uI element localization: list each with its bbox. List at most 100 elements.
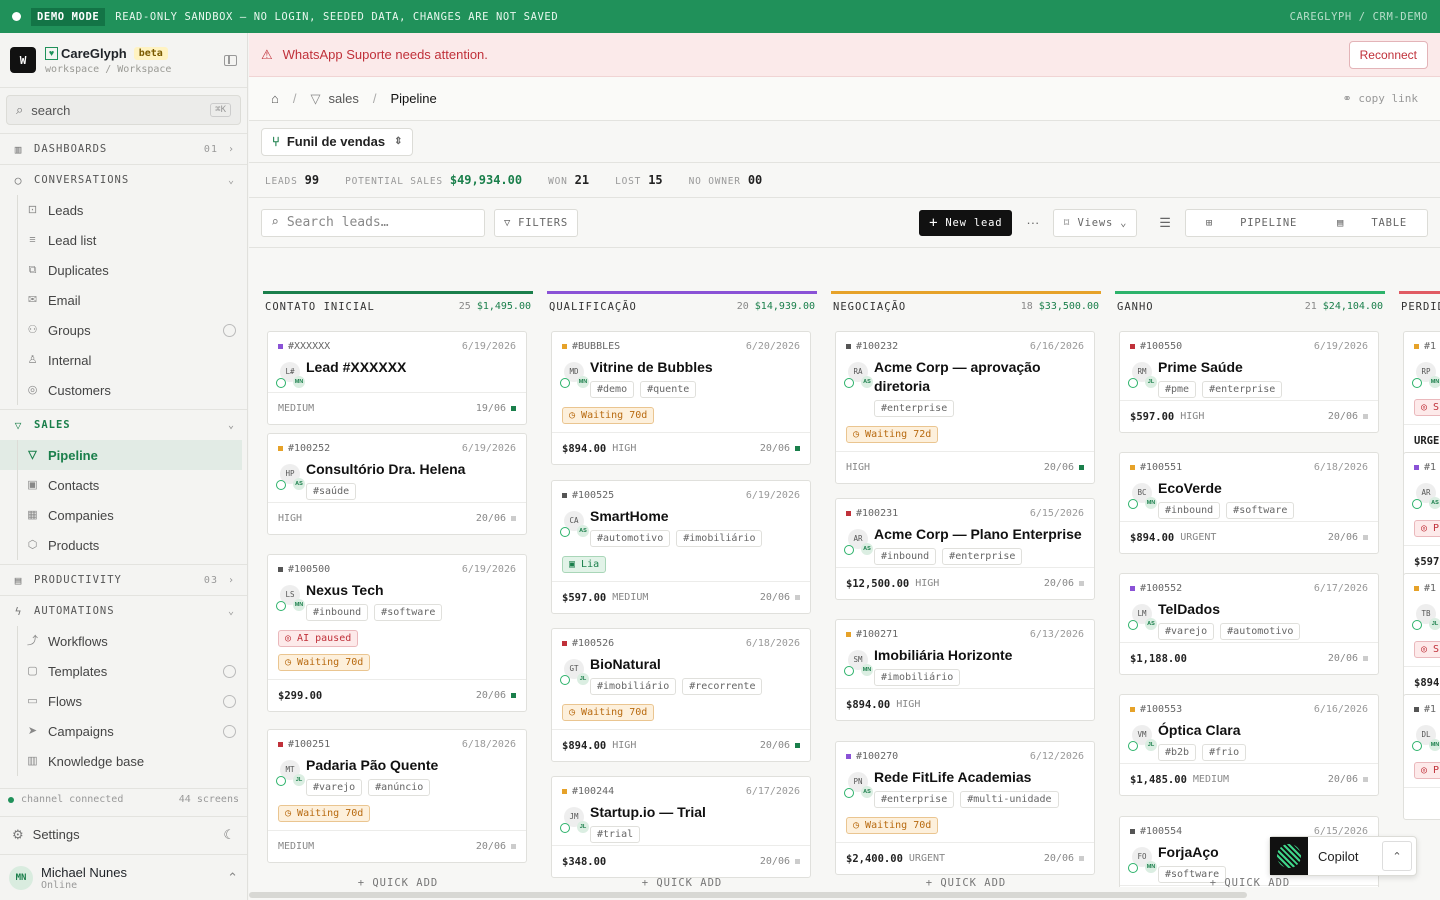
lead-card[interactable]: #100526 6/18/2026 GT JL BioNatural #imobiliár… [551,628,811,762]
tag[interactable]: #inbound [1158,502,1221,519]
new-lead-button[interactable]: + New lead [919,209,1013,236]
lead-card[interactable]: #100553 6/16/2026 VM JL Óptica Clara #b2b #fri… [1119,694,1379,796]
sidebar-item-flows[interactable]: ▭ Flows [0,686,242,716]
user-status: Online [41,879,78,891]
sidebar-item-templates[interactable]: ▢ Templates [0,656,242,686]
sidebar-section-dashboards[interactable]: ▥ DASHBOARDS 01 › [0,133,247,164]
lead-card[interactable]: #100270 6/12/2026 PN AS Rede FitLife Academi… [835,741,1095,875]
sidebar-item-knowledge-base[interactable]: ▥ Knowledge base [0,746,242,776]
quick-add-button[interactable]: + QUICK ADD [547,868,817,898]
lead-card[interactable]: #XXXXXX 6/19/2026 L# MN Lead #XXXXXX MEDIUM 19… [267,331,527,425]
tag[interactable]: #multi-unidade [960,791,1059,808]
tag[interactable]: #inbound [874,548,937,565]
sidebar-section-conversations[interactable]: ◯ CONVERSATIONS ⌄ [0,164,247,195]
sidebar-item-lead-list[interactable]: ≡ Lead list [0,225,242,255]
sidebar-search-input[interactable]: ⌕ search ⌘K [6,95,241,125]
copy-link-button[interactable]: ⚭ copy link [1343,92,1418,105]
tag[interactable]: #software [374,604,443,621]
sidebar-item-workflows[interactable]: ⤴ Workflows [0,626,242,656]
sidebar-item-internal[interactable]: ♙ Internal [0,345,242,375]
lead-card[interactable]: #100244 6/17/2026 JM JL Startup.io — Trial #t… [551,776,811,878]
tag[interactable]: #recorrente [682,678,763,695]
sidebar-item-companies[interactable]: ▦ Companies [0,500,242,530]
table-view-tab[interactable]: ▤ TABLE [1317,217,1427,229]
tag[interactable]: #b2b [1158,744,1197,761]
lead-card[interactable]: #100231 6/15/2026 AR AS Acme Corp — Plano En… [835,498,1095,600]
card-header: #100251 6/18/2026 [278,739,516,750]
sidebar-item-leads[interactable]: ⊡ Leads [0,195,242,225]
home-icon[interactable]: ⌂ [271,91,279,106]
sidebar-section-sales[interactable]: ▽ SALES ⌄ [0,409,247,440]
tag[interactable]: #trial [590,826,641,843]
lead-card[interactable]: #100552 6/17/2026 LM AS TelDados #varejo #auto… [1119,573,1379,675]
pill-row: ▣ Lia [562,555,800,579]
lead-card[interactable]: #1 TB JL ◎ S $894 [1403,573,1440,699]
density-icon[interactable]: ☰ [1159,215,1171,231]
more-options-icon[interactable]: ··· [1026,215,1039,230]
lead-summary: $894 [1414,676,1440,689]
lead-card[interactable]: #1 DL MN ◎ P [1403,694,1440,820]
tag[interactable]: #varejo [1158,623,1215,640]
chevron-up-icon[interactable]: ⌃ [1382,841,1412,871]
tag[interactable]: #imobiliário [590,678,677,695]
tag[interactable]: #enterprise [942,548,1023,565]
sidebar-item-campaigns[interactable]: ➤ Campaigns [0,716,242,746]
tag[interactable]: #inbound [306,604,369,621]
sidebar-item-pipeline[interactable]: ▽ Pipeline [0,440,242,470]
tag[interactable]: #quente [640,381,697,398]
sidebar-section-automations[interactable]: ϟ AUTOMATIONS ⌄ [0,595,247,626]
tag[interactable]: #varejo [306,779,363,796]
lead-card[interactable]: #BUBBLES 6/20/2026 MD MN Vitrine de Bubbles #… [551,331,811,465]
breadcrumb-sales[interactable]: sales [328,91,358,106]
settings-link[interactable]: ⚙ Settings ☾ [0,816,247,852]
lead-card[interactable]: #1 AR AS ◎ P $597 [1403,452,1440,578]
workspace-switcher[interactable]: W ♥ CareGlyph beta workspace / Workspace [0,33,247,88]
tag[interactable]: #anúncio [368,779,431,796]
lead-card[interactable]: #100271 6/13/2026 SM MN Imobiliária Horizont… [835,619,1095,721]
sidebar-item-duplicates[interactable]: ⧉ Duplicates [0,255,242,285]
funnel-selector[interactable]: ⑂ Funil de vendas ⇕ [261,127,414,156]
user-menu[interactable]: MN Michael Nunes Online ⌃ [0,854,247,900]
views-dropdown[interactable]: ⌑ Views ⌄ [1053,208,1138,237]
tag[interactable]: #automotivo [590,530,671,547]
search-leads-input[interactable]: ⌕ Search leads… [261,208,485,237]
toggle-sidebar-icon[interactable] [224,54,237,66]
lead-id: #1 [1424,462,1437,473]
filter-icon: ▽ [504,216,512,229]
tag[interactable]: #demo [590,381,635,398]
tag[interactable]: #enterprise [874,400,955,417]
sidebar-item-contacts[interactable]: ▣ Contacts [0,470,242,500]
tag[interactable]: #frio [1202,744,1247,761]
sidebar-item-groups[interactable]: ⚇ Groups [0,315,242,345]
owner-avatar: MN [577,376,589,388]
lead-card[interactable]: #1 RP MN ◎ S URGE [1403,331,1440,457]
reconnect-button[interactable]: Reconnect [1348,40,1428,69]
tag[interactable]: #saúde [306,483,357,500]
lead-card[interactable]: #100232 6/16/2026 RA AS Acme Corp — aprovaçã… [835,331,1095,484]
quick-add-button[interactable]: + QUICK ADD [1115,868,1385,898]
tag[interactable]: #enterprise [874,791,955,808]
lead-card[interactable]: #100550 6/19/2026 RM JL Prime Saúde #pme #ente… [1119,331,1379,433]
sidebar-item-email[interactable]: ✉ Email [0,285,242,315]
column-title: PERDIDO [1401,300,1440,313]
sidebar-item-products[interactable]: ⬡ Products [0,530,242,560]
tag[interactable]: #enterprise [1202,381,1283,398]
sidebar-item-customers[interactable]: ◎ Customers [0,375,242,405]
filters-button[interactable]: ▽ FILTERS [494,208,578,237]
theme-toggle-moon-icon[interactable]: ☾ [223,827,235,843]
lead-card[interactable]: #100500 6/19/2026 LS MN Nexus Tech #inbound #s… [267,554,527,712]
tag[interactable]: #software [1226,502,1295,519]
lead-card[interactable]: #100551 6/18/2026 BC MN EcoVerde #inbound #sof… [1119,452,1379,554]
tag[interactable]: #automotivo [1220,623,1301,640]
lead-card[interactable]: #100251 6/18/2026 MT JL Padaria Pão Quente #v… [267,729,527,863]
lead-card[interactable]: #100252 6/19/2026 HP AS Consultório Dra. Hel… [267,433,527,535]
quick-add-button[interactable]: + QUICK ADD [263,868,533,898]
pipeline-view-tab[interactable]: ⊞ PIPELINE [1186,217,1317,229]
lightning-icon: ϟ [14,604,23,618]
lead-card[interactable]: #100525 6/19/2026 CA AS SmartHome #automotivo… [551,480,811,614]
tag[interactable]: #pme [1158,381,1197,398]
tag[interactable]: #imobiliário [874,669,961,686]
quick-add-button[interactable]: + QUICK ADD [831,868,1101,898]
tag[interactable]: #imobiliário [676,530,763,547]
sidebar-section-productivity[interactable]: ▤ PRODUCTIVITY 03 › [0,564,247,595]
